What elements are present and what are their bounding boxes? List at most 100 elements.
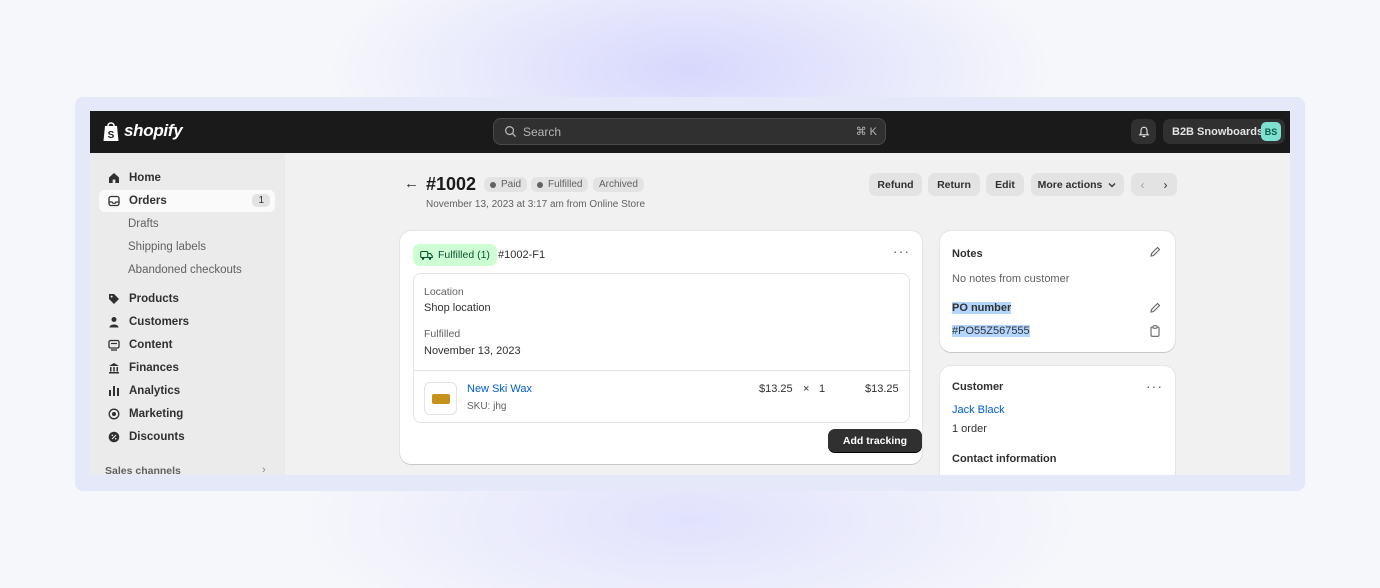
more-options-icon[interactable]: ··· — [1146, 378, 1163, 394]
top-bar: S shopify Search ⌘ K B2B Snowboards BS — [90, 111, 1290, 153]
search-shortcut: ⌘ K — [855, 126, 877, 138]
target-icon — [108, 408, 120, 420]
bar-chart-icon — [109, 386, 119, 396]
sidebar-item-label: Home — [129, 172, 161, 184]
pencil-icon[interactable] — [1149, 302, 1161, 314]
store-switcher[interactable]: B2B Snowboards BS — [1163, 119, 1285, 144]
divider — [414, 370, 911, 371]
sidebar-item-home[interactable]: Home — [99, 167, 275, 189]
sidebar-item-content[interactable]: Content — [99, 334, 275, 356]
bank-icon — [109, 363, 119, 374]
sidebar-item-customers[interactable]: Customers — [99, 311, 275, 333]
ski-wax-image — [431, 393, 450, 404]
search-icon — [505, 126, 517, 138]
page-title: #1002 — [426, 174, 477, 194]
notes-card: Notes No notes from customer PO number #… — [940, 231, 1175, 352]
brand-name: shopify — [124, 121, 183, 140]
more-actions-button[interactable]: More actions — [1031, 173, 1124, 196]
chevron-right-icon[interactable]: › — [262, 464, 266, 475]
edit-button[interactable]: Edit — [986, 173, 1024, 196]
fulfilled-date-label: Fulfilled — [424, 328, 461, 340]
sidebar-item-analytics[interactable]: Analytics — [99, 380, 275, 402]
sidebar: Home Orders 1 Drafts Shipping labels Aba… — [90, 153, 285, 475]
unit-price: $13.25 — [759, 383, 793, 395]
sidebar-item-label: Finances — [129, 362, 179, 374]
sidebar-item-label: Customers — [129, 316, 190, 328]
customer-name-link[interactable]: Jack Black — [952, 404, 1005, 416]
fulfillment-card: Fulfilled (1) #1002-F1 ··· Location Shop… — [400, 231, 922, 464]
status-badge-archived: Archived — [593, 177, 644, 192]
person-icon — [109, 317, 119, 328]
home-icon — [109, 173, 119, 183]
fulfillment-id: #1002-F1 — [498, 249, 546, 261]
more-actions-label: More actions — [1037, 178, 1103, 191]
product-name-link[interactable]: New Ski Wax — [467, 383, 532, 395]
po-number-label-text: PO number — [952, 302, 1012, 314]
order-pager: ‹ › — [1131, 173, 1177, 196]
line-total: $13.25 — [865, 383, 899, 395]
sidebar-item-label: Analytics — [129, 385, 181, 397]
badge-label: Archived — [599, 179, 638, 190]
sidebar-item-label: Products — [129, 293, 179, 305]
sidebar-subitem-shipping-labels[interactable]: Shipping labels — [128, 238, 206, 256]
fulfilled-date-value: November 13, 2023 — [424, 345, 521, 357]
sidebar-subitem-abandoned-checkouts[interactable]: Abandoned checkouts — [128, 261, 242, 279]
sidebar-item-label: Discounts — [129, 431, 185, 443]
shopping-bag-icon: S — [103, 122, 119, 141]
po-number-value-text: #PO55Z567555 — [952, 325, 1030, 337]
chevron-down-icon — [1108, 182, 1116, 187]
app-window: S shopify Search ⌘ K B2B Snowboards BS H… — [90, 111, 1290, 475]
return-button[interactable]: Return — [928, 173, 980, 196]
svg-text:S: S — [108, 130, 115, 141]
order-subtitle: November 13, 2023 at 3:17 am from Online… — [426, 199, 646, 210]
fulfilled-status-label: Fulfilled (1) — [438, 249, 490, 261]
chevron-right-icon[interactable]: › — [1164, 178, 1168, 192]
store-name: B2B Snowboards — [1172, 125, 1264, 138]
po-number-label: PO number — [952, 302, 1012, 314]
badge-label: Fulfilled — [548, 179, 583, 190]
truck-icon — [420, 250, 433, 260]
item-quantity: 1 — [819, 383, 826, 395]
search-placeholder: Search — [523, 124, 562, 139]
sidebar-item-marketing[interactable]: Marketing — [99, 403, 275, 425]
location-value: Shop location — [424, 302, 491, 314]
back-arrow-icon[interactable]: ← — [404, 175, 419, 192]
sidebar-item-orders[interactable]: Orders 1 — [99, 190, 275, 212]
contact-information-title: Contact information — [952, 453, 1057, 465]
notifications-button[interactable] — [1131, 119, 1156, 144]
shopify-logo[interactable]: S shopify — [102, 120, 183, 142]
chevron-left-icon[interactable]: ‹ — [1141, 178, 1145, 192]
sidebar-item-discounts[interactable]: Discounts — [99, 426, 275, 448]
dot-icon — [537, 181, 543, 188]
sales-channels-heading[interactable]: Sales channels — [105, 465, 181, 475]
content-icon — [108, 339, 120, 351]
clipboard-icon[interactable] — [1149, 325, 1161, 337]
search-bar[interactable]: Search ⌘ K — [493, 118, 886, 145]
status-badge-fulfilled: Fulfilled — [531, 177, 589, 192]
notes-text: No notes from customer — [952, 273, 1070, 285]
product-thumbnail[interactable] — [424, 382, 457, 415]
dot-icon — [490, 181, 496, 188]
notes-title: Notes — [952, 248, 983, 260]
po-number-value: #PO55Z567555 — [952, 325, 1030, 337]
fulfilled-status-badge: Fulfilled (1) — [413, 244, 497, 266]
sidebar-item-label: Content — [129, 339, 173, 351]
add-tracking-button[interactable]: Add tracking — [828, 429, 922, 452]
times-symbol: × — [803, 383, 810, 395]
discount-icon — [108, 431, 120, 443]
customer-title: Customer — [952, 381, 1004, 393]
customer-card: Customer ··· Jack Black 1 order Contact … — [940, 366, 1175, 475]
sidebar-item-finances[interactable]: Finances — [99, 357, 275, 379]
pencil-icon[interactable] — [1149, 246, 1161, 258]
sidebar-item-products[interactable]: Products — [99, 288, 275, 310]
store-avatar: BS — [1261, 122, 1281, 141]
product-sku: SKU: jhg — [467, 401, 507, 412]
sidebar-subitem-drafts[interactable]: Drafts — [128, 215, 159, 233]
more-options-icon[interactable]: ··· — [893, 243, 910, 259]
refund-button[interactable]: Refund — [869, 173, 922, 196]
orders-icon — [108, 195, 120, 207]
badge-label: Paid — [501, 179, 522, 190]
status-badge-paid: Paid — [484, 177, 528, 192]
orders-count-badge: 1 — [252, 194, 270, 207]
tag-icon — [109, 294, 119, 304]
